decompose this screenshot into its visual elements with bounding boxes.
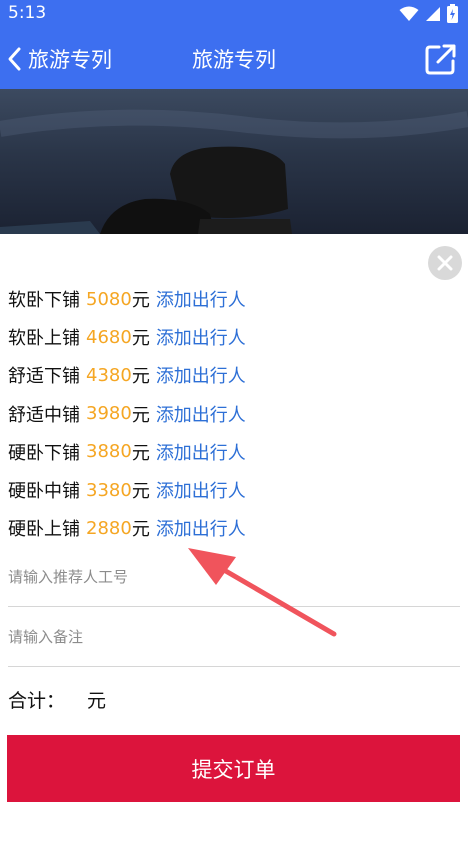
share-button[interactable] — [424, 42, 458, 80]
wifi-icon — [399, 6, 419, 21]
app-root: 5:13 旅游专列 旅游专列 软卧下铺 5080 元 添加出行人 软卧上铺 46… — [0, 0, 468, 843]
ticket-unit: 元 — [131, 366, 150, 388]
close-button[interactable] — [428, 246, 462, 280]
ticket-row: 舒适中铺 3980 元 添加出行人 — [8, 395, 448, 433]
ticket-price: 4380 — [86, 364, 132, 386]
ticket-price: 4680 — [86, 326, 132, 348]
close-icon — [437, 255, 453, 271]
add-traveler-button[interactable]: 添加出行人 — [156, 439, 246, 465]
hero-rocks-graphic — [0, 109, 468, 234]
ticket-price: 3980 — [86, 403, 132, 425]
ticket-name: 软卧上铺 — [8, 328, 80, 350]
ticket-name: 硬卧中铺 — [8, 481, 80, 503]
page-title: 旅游专列 — [192, 48, 276, 72]
ticket-list: 软卧下铺 5080 元 添加出行人 软卧上铺 4680 元 添加出行人 舒适下铺… — [8, 280, 448, 547]
submit-order-button[interactable]: 提交订单 — [7, 735, 460, 802]
ticket-unit: 元 — [131, 442, 150, 464]
ticket-row: 硬卧中铺 3380 元 添加出行人 — [8, 471, 448, 509]
ticket-unit: 元 — [131, 481, 150, 503]
ticket-unit: 元 — [131, 328, 150, 350]
ticket-name: 软卧下铺 — [8, 290, 80, 312]
ticket-name: 舒适下铺 — [8, 366, 80, 388]
ticket-name: 硬卧上铺 — [8, 519, 80, 541]
battery-icon — [447, 4, 458, 23]
total-unit: 元 — [87, 690, 107, 712]
ticket-price: 3880 — [86, 441, 132, 463]
ticket-name: 硬卧下铺 — [8, 442, 80, 464]
total-label: 合计： — [8, 690, 66, 712]
hero-image — [0, 89, 468, 234]
referrer-input[interactable] — [8, 547, 460, 606]
ticket-row: 舒适下铺 4380 元 添加出行人 — [8, 356, 448, 394]
add-traveler-button[interactable]: 添加出行人 — [156, 515, 246, 541]
referrer-field — [8, 547, 460, 607]
ticket-row: 硬卧下铺 3880 元 添加出行人 — [8, 433, 448, 471]
note-input[interactable] — [8, 607, 460, 666]
status-time: 5:13 — [8, 3, 47, 23]
ticket-price: 3380 — [86, 479, 132, 501]
ticket-row: 软卧上铺 4680 元 添加出行人 — [8, 318, 448, 356]
add-traveler-button[interactable]: 添加出行人 — [156, 401, 246, 427]
note-field — [8, 607, 460, 667]
ticket-row: 硬卧上铺 2880 元 添加出行人 — [8, 509, 448, 547]
add-traveler-button[interactable]: 添加出行人 — [156, 477, 246, 503]
ticket-price: 2880 — [86, 517, 132, 539]
add-traveler-button[interactable]: 添加出行人 — [156, 286, 246, 312]
add-traveler-button[interactable]: 添加出行人 — [156, 324, 246, 350]
nav-bar: 旅游专列 旅游专列 — [0, 26, 468, 89]
ticket-name: 舒适中铺 — [8, 404, 80, 426]
status-icons — [399, 4, 458, 23]
total-row: 合计： 元 — [8, 686, 106, 713]
ticket-row: 软卧下铺 5080 元 添加出行人 — [8, 280, 448, 318]
share-icon — [425, 44, 456, 75]
ticket-unit: 元 — [131, 404, 150, 426]
status-bar: 5:13 — [0, 0, 468, 26]
ticket-unit: 元 — [131, 290, 150, 312]
ticket-unit: 元 — [131, 519, 150, 541]
add-traveler-button[interactable]: 添加出行人 — [156, 362, 246, 388]
signal-icon — [426, 6, 440, 21]
ticket-price: 5080 — [86, 288, 132, 310]
